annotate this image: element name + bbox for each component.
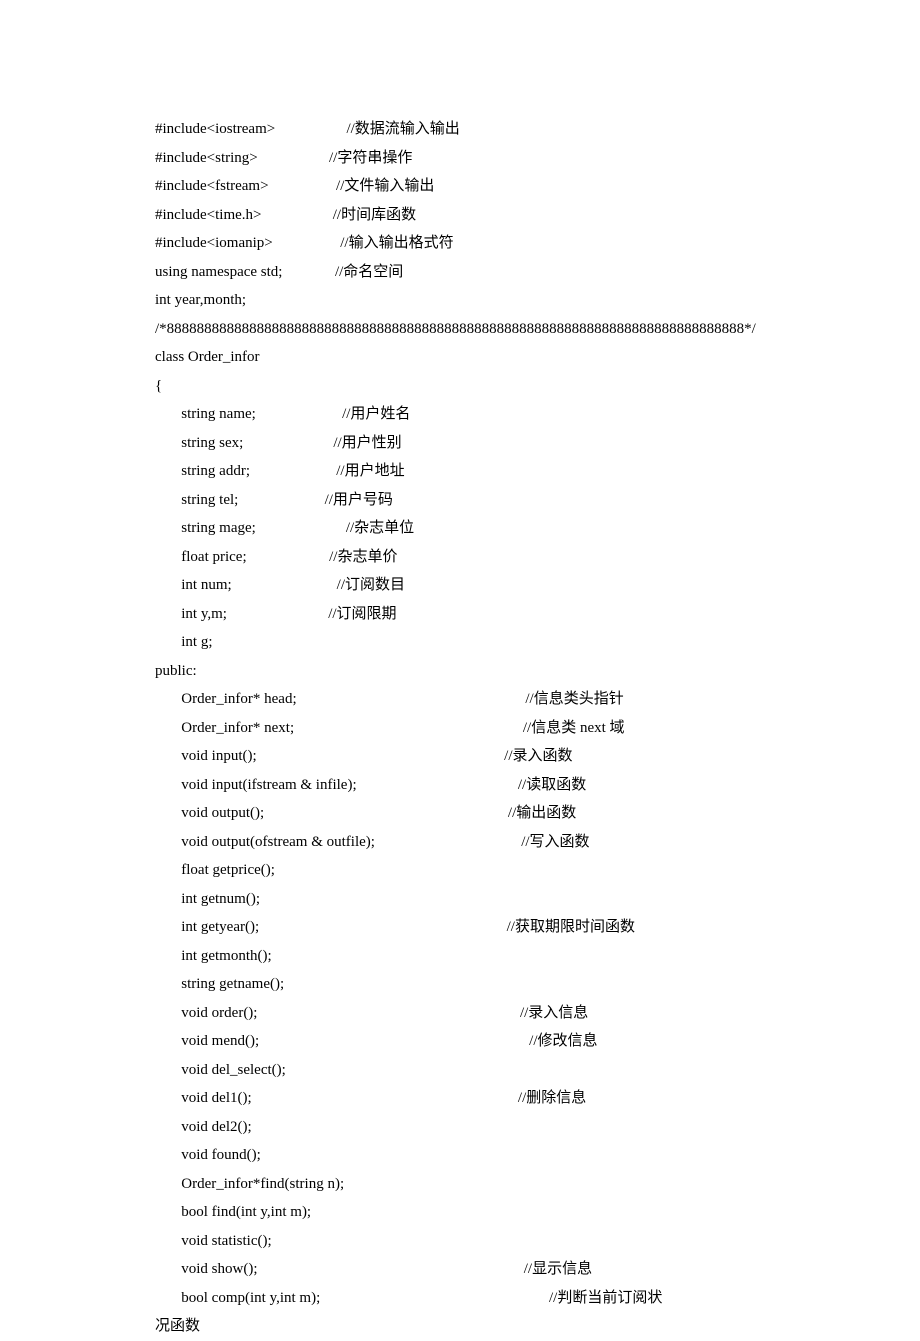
code-line: #include<time.h> //时间库函数 <box>155 201 785 230</box>
code-line: void statistic(); <box>155 1227 785 1256</box>
code-line: int num; //订阅数目 <box>155 571 785 600</box>
code-line: void mend(); //修改信息 <box>155 1027 785 1056</box>
code-line: string name; //用户姓名 <box>155 400 785 429</box>
code-line: int getnum(); <box>155 885 785 914</box>
code-line: 况函数 <box>155 1312 785 1341</box>
code-line: void input(); //录入函数 <box>155 742 785 771</box>
code-line: string tel; //用户号码 <box>155 486 785 515</box>
document-page: #include<iostream> //数据流输入输出 #include<st… <box>0 0 920 1341</box>
code-line: { <box>155 372 785 401</box>
code-line: void output(ofstream & outfile); //写入函数 <box>155 828 785 857</box>
code-line: string getname(); <box>155 970 785 999</box>
code-line: Order_infor* next; //信息类 next 域 <box>155 714 785 743</box>
code-line: #include<fstream> //文件输入输出 <box>155 172 785 201</box>
code-line: void input(ifstream & infile); //读取函数 <box>155 771 785 800</box>
code-line: Order_infor* head; //信息类头指针 <box>155 685 785 714</box>
code-line: Order_infor*find(string n); <box>155 1170 785 1199</box>
code-line: #include<iomanip> //输入输出格式符 <box>155 229 785 258</box>
code-line: float price; //杂志单价 <box>155 543 785 572</box>
code-line: void show(); //显示信息 <box>155 1255 785 1284</box>
code-line: int year,month; <box>155 286 785 315</box>
code-line: int g; <box>155 628 785 657</box>
code-line: void order(); //录入信息 <box>155 999 785 1028</box>
code-line: public: <box>155 657 785 686</box>
code-line: int y,m; //订阅限期 <box>155 600 785 629</box>
code-line: bool comp(int y,int m); //判断当前订阅状 <box>155 1284 785 1313</box>
code-line: bool find(int y,int m); <box>155 1198 785 1227</box>
code-line: int getyear(); //获取期限时间函数 <box>155 913 785 942</box>
code-line: int getmonth(); <box>155 942 785 971</box>
code-line: string mage; //杂志单位 <box>155 514 785 543</box>
code-line: void found(); <box>155 1141 785 1170</box>
code-line: void del2(); <box>155 1113 785 1142</box>
code-line: float getprice(); <box>155 856 785 885</box>
code-line: /*88888888888888888888888888888888888888… <box>155 315 785 344</box>
code-line: void del_select(); <box>155 1056 785 1085</box>
code-line: string sex; //用户性别 <box>155 429 785 458</box>
code-line: #include<string> //字符串操作 <box>155 144 785 173</box>
code-line: using namespace std; //命名空间 <box>155 258 785 287</box>
code-line: class Order_infor <box>155 343 785 372</box>
code-line: string addr; //用户地址 <box>155 457 785 486</box>
code-line: void output(); //输出函数 <box>155 799 785 828</box>
code-line: #include<iostream> //数据流输入输出 <box>155 115 785 144</box>
code-line: void del1(); //删除信息 <box>155 1084 785 1113</box>
